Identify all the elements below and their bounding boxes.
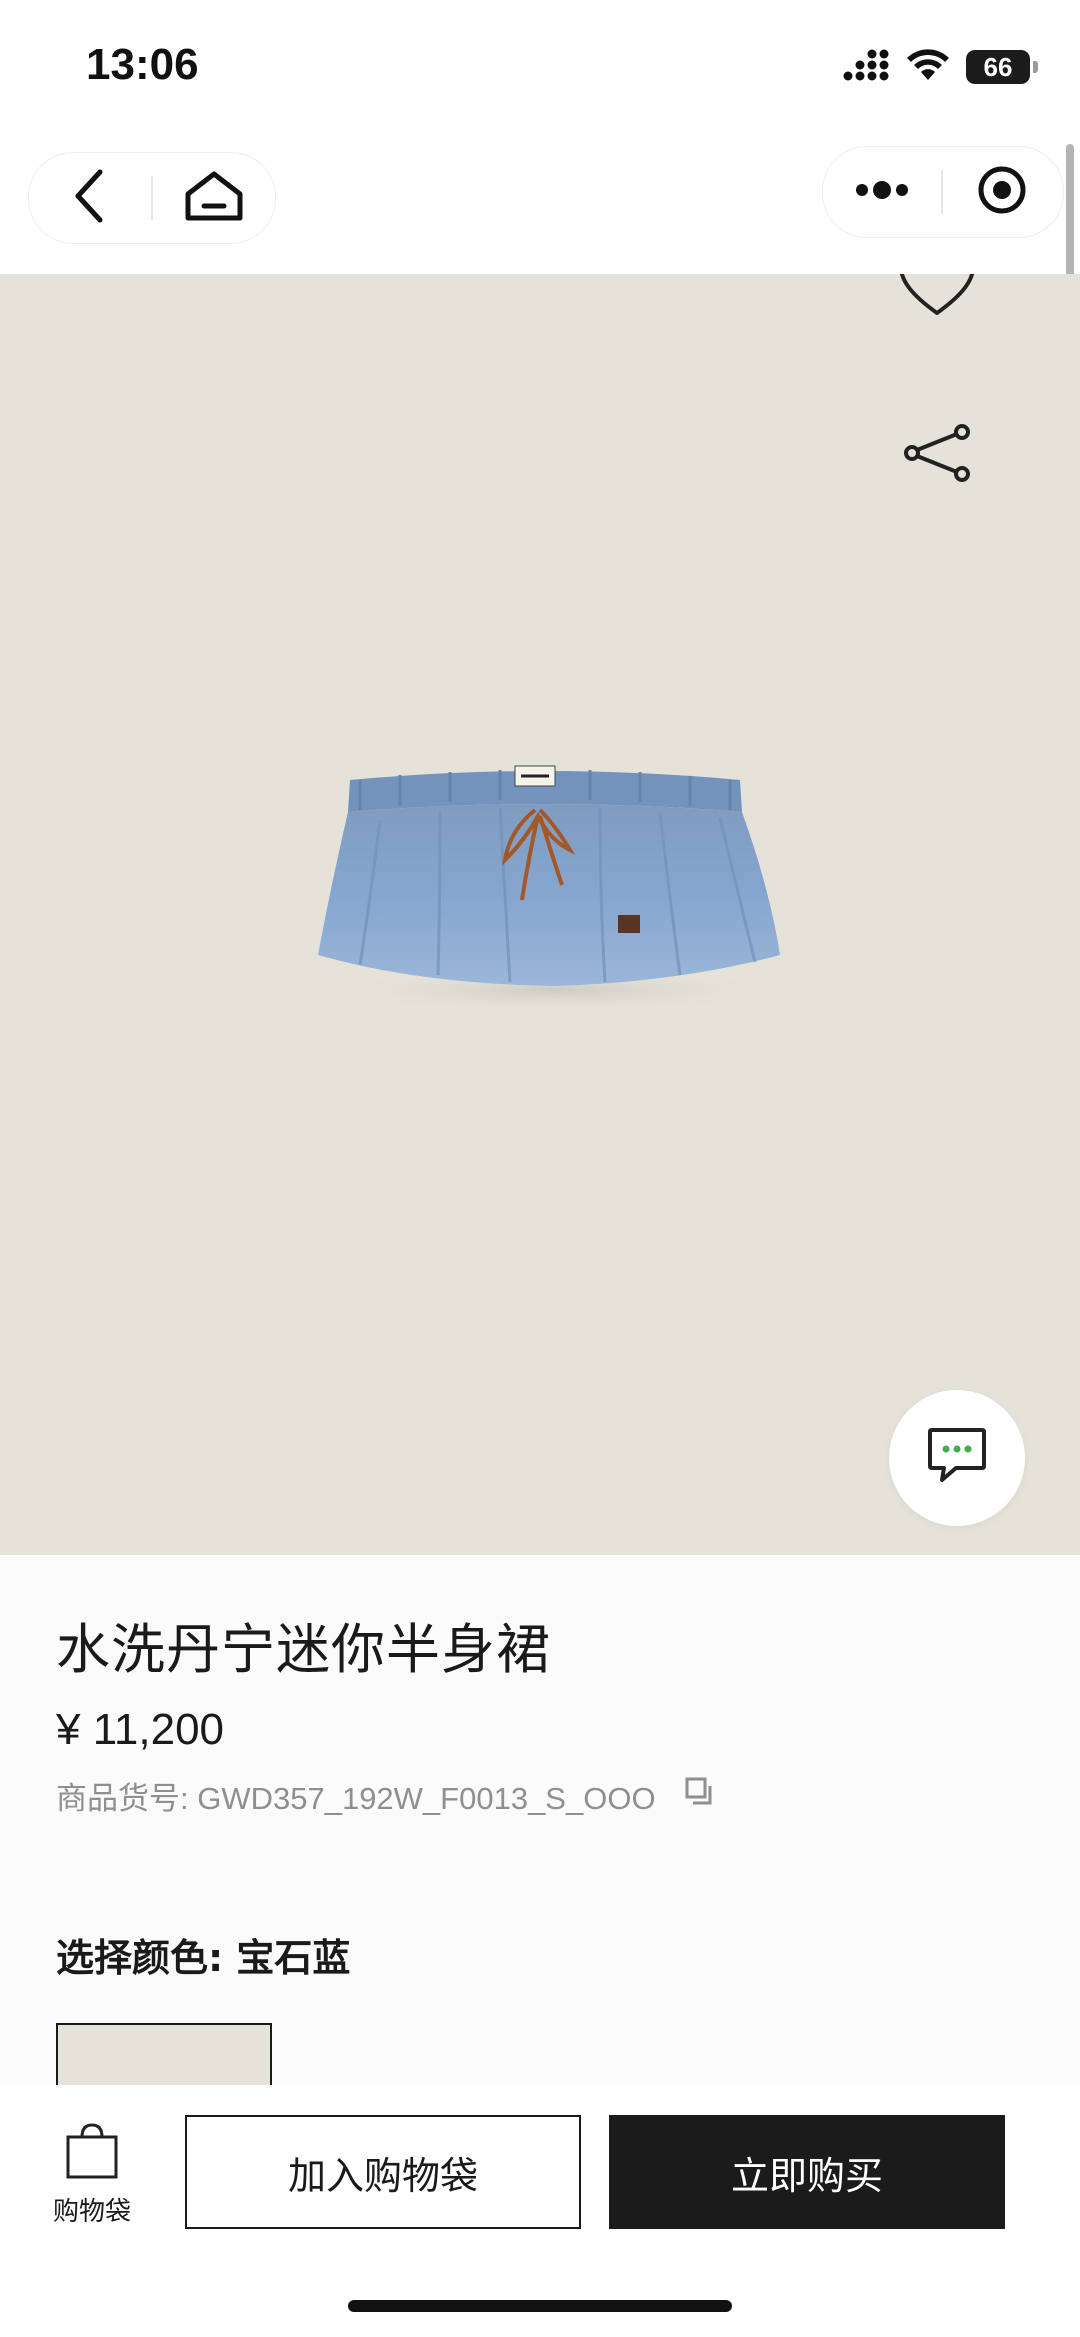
status-bar: 13:06 66 xyxy=(0,0,1080,140)
sku-text: 商品货号: GWD357_192W_F0013_S_OOO xyxy=(56,1781,656,1816)
product-price: ¥ 11,200 xyxy=(56,1705,225,1754)
chat-icon xyxy=(926,1426,988,1490)
back-button[interactable] xyxy=(29,153,151,243)
shopping-bag-icon xyxy=(64,2121,120,2183)
shopping-bag-label: 购物袋 xyxy=(52,2197,131,2227)
home-indicator[interactable] xyxy=(348,2300,732,2312)
copy-button[interactable] xyxy=(680,1777,716,1815)
wifi-icon xyxy=(906,48,950,86)
share-icon xyxy=(902,423,972,487)
add-to-bag-button[interactable]: 加入购物袋 xyxy=(185,2115,581,2229)
nav-capsule-left xyxy=(28,152,276,244)
product-info: 水洗丹宁迷你半身裙 ¥ 11,200 商品货号: GWD357_192W_F00… xyxy=(0,1555,1080,2103)
signal-icon xyxy=(842,48,890,86)
nav-capsule-right xyxy=(822,146,1064,238)
status-icons: 66 xyxy=(842,48,1038,86)
copy-icon xyxy=(683,1777,713,1815)
more-icon xyxy=(854,180,910,204)
share-button[interactable] xyxy=(896,414,978,496)
shopping-bag-button[interactable]: 购物袋 xyxy=(40,2121,144,2231)
heart-icon xyxy=(897,274,977,327)
product-image[interactable] xyxy=(300,750,790,1020)
close-miniprogram-button[interactable] xyxy=(943,147,1061,237)
product-title: 水洗丹宁迷你半身裙 xyxy=(56,1618,551,1681)
more-button[interactable] xyxy=(823,147,941,237)
color-label: 选择颜色: 宝石蓝 xyxy=(56,1936,351,1980)
customer-service-button[interactable] xyxy=(889,1390,1025,1526)
sku-row: 商品货号: GWD357_192W_F0013_S_OOO xyxy=(56,1773,716,1818)
favorite-button[interactable] xyxy=(896,274,978,326)
target-icon xyxy=(976,164,1028,220)
back-icon xyxy=(70,168,110,228)
product-gallery[interactable] xyxy=(0,274,1080,1555)
buy-now-button[interactable]: 立即购买 xyxy=(609,2115,1005,2229)
home-icon xyxy=(184,170,244,226)
home-button[interactable] xyxy=(153,153,275,243)
battery-icon: 66 xyxy=(966,50,1038,84)
status-time: 13:06 xyxy=(86,40,199,89)
